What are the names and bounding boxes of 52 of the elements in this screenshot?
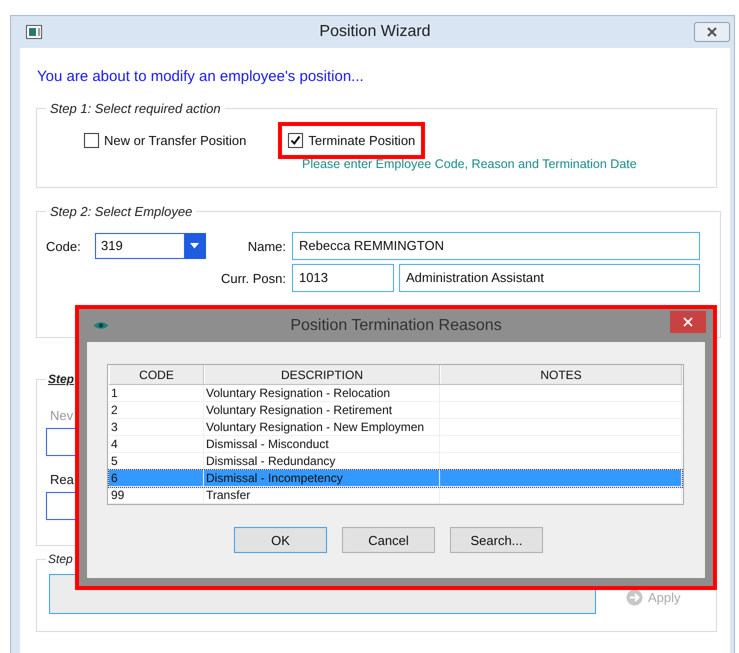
- dialog-button[interactable]: Cancel: [342, 527, 435, 553]
- dialog-button[interactable]: Search...: [450, 527, 543, 553]
- code-dropdown[interactable]: 319: [95, 233, 206, 259]
- table-cell: 4: [109, 436, 204, 453]
- name-label: Name:: [246, 238, 287, 254]
- table-cell: Voluntary Resignation - Retirement: [204, 402, 440, 419]
- close-button[interactable]: [670, 310, 706, 332]
- checkbox-option[interactable]: New or Transfer Position: [74, 122, 256, 159]
- close-button[interactable]: [694, 22, 730, 42]
- caret-icon: [190, 243, 199, 249]
- intro-text: You are about to modify an employee's position...: [37, 68, 365, 85]
- table-cell: 2: [109, 402, 204, 419]
- table-row[interactable]: 2 Voluntary Resignation - Retirement: [109, 402, 682, 419]
- table-row[interactable]: 6 Dismissal - Incompetency: [109, 470, 682, 487]
- step-legend: Step: [46, 372, 76, 386]
- column-header[interactable]: DESCRIPTION: [204, 365, 440, 384]
- column-header[interactable]: CODE: [109, 365, 204, 384]
- table-cell: 1: [109, 385, 204, 402]
- close-icon: [683, 316, 693, 326]
- close-icon: [706, 27, 718, 37]
- position-code-field[interactable]: 1013: [292, 264, 394, 292]
- dialog-button[interactable]: OK: [234, 527, 327, 553]
- dialog-title: Position Termination Reasons: [290, 317, 502, 335]
- table-row[interactable]: 3 Voluntary Resignation - New Employmen: [109, 419, 682, 436]
- table-cell: Dismissal - Incompetency: [204, 470, 440, 487]
- checkbox[interactable]: [84, 133, 99, 148]
- window-icon: [26, 25, 42, 39]
- window-title: Position Wizard: [319, 23, 431, 41]
- table-cell: Voluntary Resignation - New Employmen: [204, 419, 440, 436]
- position-title-field[interactable]: Administration Assistant: [399, 264, 700, 292]
- step-legend: Step 2: Select Employee: [46, 204, 196, 219]
- table-cell: Dismissal - Misconduct: [204, 436, 440, 453]
- step-legend: Step: [46, 552, 75, 566]
- position-label: Curr. Posn:: [220, 270, 287, 286]
- table-cell: 6: [109, 470, 204, 487]
- hint-text: Please enter Employee Code, Reason and Termination Date: [302, 157, 638, 171]
- field-label: Nev: [50, 408, 74, 423]
- step-legend: Step 1: Select required action: [46, 101, 225, 116]
- checkbox-option[interactable]: Terminate Position: [278, 122, 426, 159]
- field-label: Rea: [50, 472, 74, 487]
- checkbox[interactable]: [288, 133, 304, 148]
- eye-icon: [93, 321, 109, 330]
- table-cell: 99: [109, 487, 204, 504]
- name-field[interactable]: Rebecca REMMINGTON: [292, 232, 700, 260]
- table-cell: 3: [109, 419, 204, 436]
- table-cell: Voluntary Resignation - Relocation: [204, 385, 440, 402]
- table-cell: Transfer: [204, 487, 440, 504]
- table-row[interactable]: 4 Dismissal - Misconduct: [109, 436, 682, 453]
- column-header[interactable]: NOTES: [440, 365, 682, 384]
- code-label: Code:: [46, 238, 82, 254]
- table-row[interactable]: 1 Voluntary Resignation - Relocation: [109, 385, 682, 402]
- table-row[interactable]: 99 Transfer: [109, 487, 682, 504]
